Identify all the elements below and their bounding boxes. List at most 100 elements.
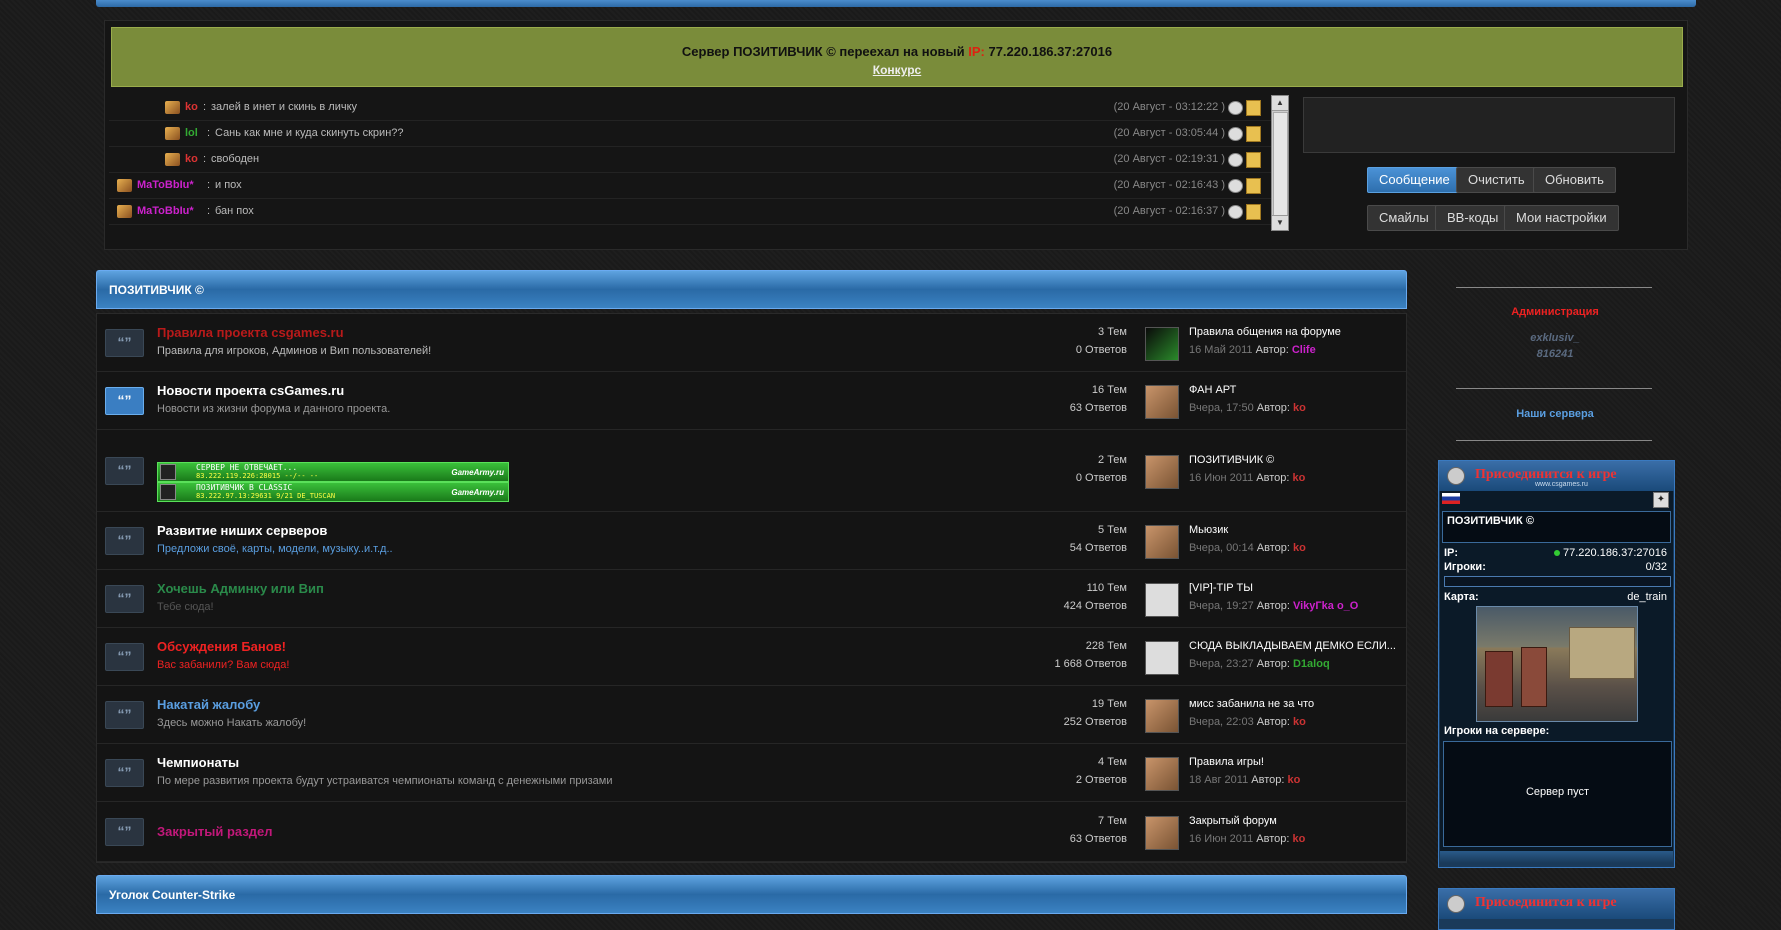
- forum-replies: 252 Ответов: [1063, 716, 1127, 728]
- cs-game-icon: [160, 484, 176, 500]
- last-post-author[interactable]: ko: [1293, 542, 1306, 554]
- last-post-title[interactable]: мисс забанила не за что: [1189, 698, 1314, 710]
- forum-title[interactable]: Чемпионаты: [157, 755, 239, 770]
- shout-list: ko залей в инет и скинь в личку (20 Август…: [109, 95, 1275, 229]
- forum-title[interactable]: Правила проекта csgames.ru: [157, 325, 344, 340]
- forum-status-icon: “”: [105, 585, 144, 613]
- quote-icon[interactable]: [1228, 127, 1243, 141]
- shout-nick[interactable]: lol: [185, 121, 198, 146]
- author-label: Автор:: [1256, 472, 1290, 484]
- last-post-avatar[interactable]: [1145, 757, 1179, 791]
- last-post-author[interactable]: VikyГka o_O: [1293, 600, 1358, 612]
- forum-title[interactable]: Закрытый раздел: [157, 824, 273, 839]
- last-post-title[interactable]: Закрытый форум: [1189, 815, 1277, 827]
- banner-status: СЕРВЕР НЕ ОТВЕЧАЕТ...: [196, 463, 298, 472]
- last-post-author[interactable]: ko: [1293, 402, 1306, 414]
- forum-row[interactable]: “” Правила проекта csgames.ru Правила для …: [97, 314, 1406, 372]
- last-post-avatar[interactable]: [1145, 583, 1179, 617]
- category-title[interactable]: ПОЗИТИВЧИК ©: [109, 283, 204, 297]
- forum-row[interactable]: “” Чемпионаты По мере развития проекта буд…: [97, 744, 1406, 802]
- forum-row[interactable]: “” Накатай жалобу Здесь можно Накать жалоб…: [97, 686, 1406, 744]
- last-post-author[interactable]: Clife: [1292, 344, 1316, 356]
- shout-nick[interactable]: ko: [185, 95, 198, 120]
- forum-row[interactable]: “” Хочешь Админку или Вип Тебе сюда! 110 Те…: [97, 570, 1406, 628]
- forum-row[interactable]: “” Закрытый раздел 7 Тем 63 Ответов Закрытый…: [97, 802, 1406, 862]
- smiles-button[interactable]: Смайлы: [1367, 205, 1441, 231]
- reply-icon[interactable]: [1246, 126, 1261, 142]
- bbcode-button[interactable]: BB-коды: [1435, 205, 1511, 231]
- scroll-thumb[interactable]: [1273, 112, 1288, 220]
- shout-input[interactable]: [1303, 97, 1675, 153]
- forum-topics: 4 Тем: [1098, 756, 1127, 768]
- shout-time: (20 Август - 02:16:43 ): [1113, 179, 1225, 191]
- last-post-avatar[interactable]: [1145, 327, 1179, 361]
- shout-nick[interactable]: MaToBbIu*: [137, 199, 194, 224]
- forum-title[interactable]: Развитие ниших серверов: [157, 523, 327, 538]
- forum-title[interactable]: Хочешь Админку или Вип: [157, 581, 324, 596]
- forum-row[interactable]: “”Наши сервера2 Тем0 ОтветовПОЗИТИВЧИК ©…: [97, 430, 1406, 512]
- quote-icon[interactable]: [1228, 101, 1243, 115]
- last-post-title[interactable]: Правила игры!: [1189, 756, 1264, 768]
- forum-status-icon: “”: [105, 387, 144, 415]
- last-post-date: 16 Июн 2011: [1189, 472, 1254, 484]
- last-post-title[interactable]: Мьюзик: [1189, 524, 1228, 536]
- last-post-title[interactable]: СЮДА ВЫКЛАДЫВАЕМ ДЕМКО ЕСЛИ...: [1189, 640, 1396, 652]
- forum-row[interactable]: “” Обсуждения Банов! Вас забанили? Вам сюд…: [97, 628, 1406, 686]
- shout-separator: :: [207, 205, 211, 217]
- last-post-avatar[interactable]: [1145, 699, 1179, 733]
- last-post-title[interactable]: [VIP]-TIP ТЫ: [1189, 582, 1253, 594]
- last-post-avatar[interactable]: [1145, 816, 1179, 850]
- last-post-date: Вчера, 00:14: [1189, 542, 1254, 554]
- train-car: [1521, 647, 1547, 707]
- shout-nick[interactable]: MaToBbIu*: [137, 173, 194, 198]
- forum-title[interactable]: Накатай жалобу: [157, 697, 260, 712]
- last-post-title[interactable]: ФАН АРТ: [1189, 384, 1236, 396]
- last-post-author[interactable]: D1aloq: [1293, 658, 1330, 670]
- quote-icon[interactable]: [1228, 179, 1243, 193]
- send-message-button[interactable]: Сообщение: [1367, 167, 1462, 193]
- last-post-avatar[interactable]: [1145, 455, 1179, 489]
- admin-user-1[interactable]: exklusiv_: [1430, 332, 1680, 344]
- forum-row[interactable]: “” Новости проекта csGames.ru Новости из ж…: [97, 372, 1406, 430]
- cs-game-icon: [160, 464, 176, 480]
- contest-link[interactable]: Конкурс: [112, 63, 1682, 77]
- clear-button[interactable]: Очистить: [1456, 167, 1537, 193]
- servers-link[interactable]: Наши сервера: [1430, 408, 1680, 420]
- last-post-avatar[interactable]: [1145, 385, 1179, 419]
- my-settings-button[interactable]: Мои настройки: [1504, 205, 1619, 231]
- last-post-avatar[interactable]: [1145, 641, 1179, 675]
- last-post-title[interactable]: Правила общения на форуме: [1189, 326, 1341, 338]
- forum-title[interactable]: Новости проекта csGames.ru: [157, 383, 344, 398]
- reply-icon[interactable]: [1246, 204, 1261, 220]
- reply-icon[interactable]: [1246, 152, 1261, 168]
- category-title-2[interactable]: Уголок Counter-Strike: [109, 888, 235, 902]
- category-header-2[interactable]: Уголок Counter-Strike: [96, 875, 1407, 914]
- widget-footer: [1440, 851, 1673, 863]
- last-post-author[interactable]: ko: [1293, 472, 1306, 484]
- reply-icon[interactable]: [1246, 100, 1261, 116]
- scroll-down-icon[interactable]: ▼: [1272, 215, 1288, 230]
- server-banner[interactable]: СЕРВЕР НЕ ОТВЕЧАЕТ... 83.222.119.226:2801…: [157, 462, 509, 482]
- last-post-avatar[interactable]: [1145, 525, 1179, 559]
- quote-icon[interactable]: [1228, 205, 1243, 219]
- user-rank-icon: [165, 127, 180, 140]
- reply-icon[interactable]: [1246, 178, 1261, 194]
- category-header[interactable]: ПОЗИТИВЧИК ©: [96, 270, 1407, 309]
- last-post-author[interactable]: ko: [1287, 774, 1300, 786]
- refresh-button[interactable]: Обновить: [1533, 167, 1616, 193]
- quote-icon[interactable]: [1228, 153, 1243, 167]
- forum-title[interactable]: Обсуждения Банов!: [157, 639, 286, 654]
- last-post-title[interactable]: ПОЗИТИВЧИК ©: [1189, 454, 1274, 466]
- last-post-author[interactable]: ko: [1293, 716, 1306, 728]
- last-post-date: Вчера, 17:50: [1189, 402, 1254, 414]
- shout-scrollbar[interactable]: ▲ ▼: [1271, 95, 1289, 231]
- shout-nick[interactable]: ko: [185, 147, 198, 172]
- server-widget-2: Присоединится к игре: [1438, 888, 1675, 930]
- scroll-up-icon[interactable]: ▲: [1272, 96, 1288, 111]
- forum-row[interactable]: “” Развитие ниших серверов Предложи своё, …: [97, 512, 1406, 570]
- author-label: Автор:: [1256, 542, 1290, 554]
- server-banner[interactable]: ПОЗИТИВЧИК В CLASSIC 83.222.97.13:29631 9…: [157, 482, 509, 502]
- admin-user-2[interactable]: 816241: [1430, 348, 1680, 360]
- last-post-author[interactable]: ko: [1293, 833, 1306, 845]
- russia-flag-icon: [1442, 493, 1460, 504]
